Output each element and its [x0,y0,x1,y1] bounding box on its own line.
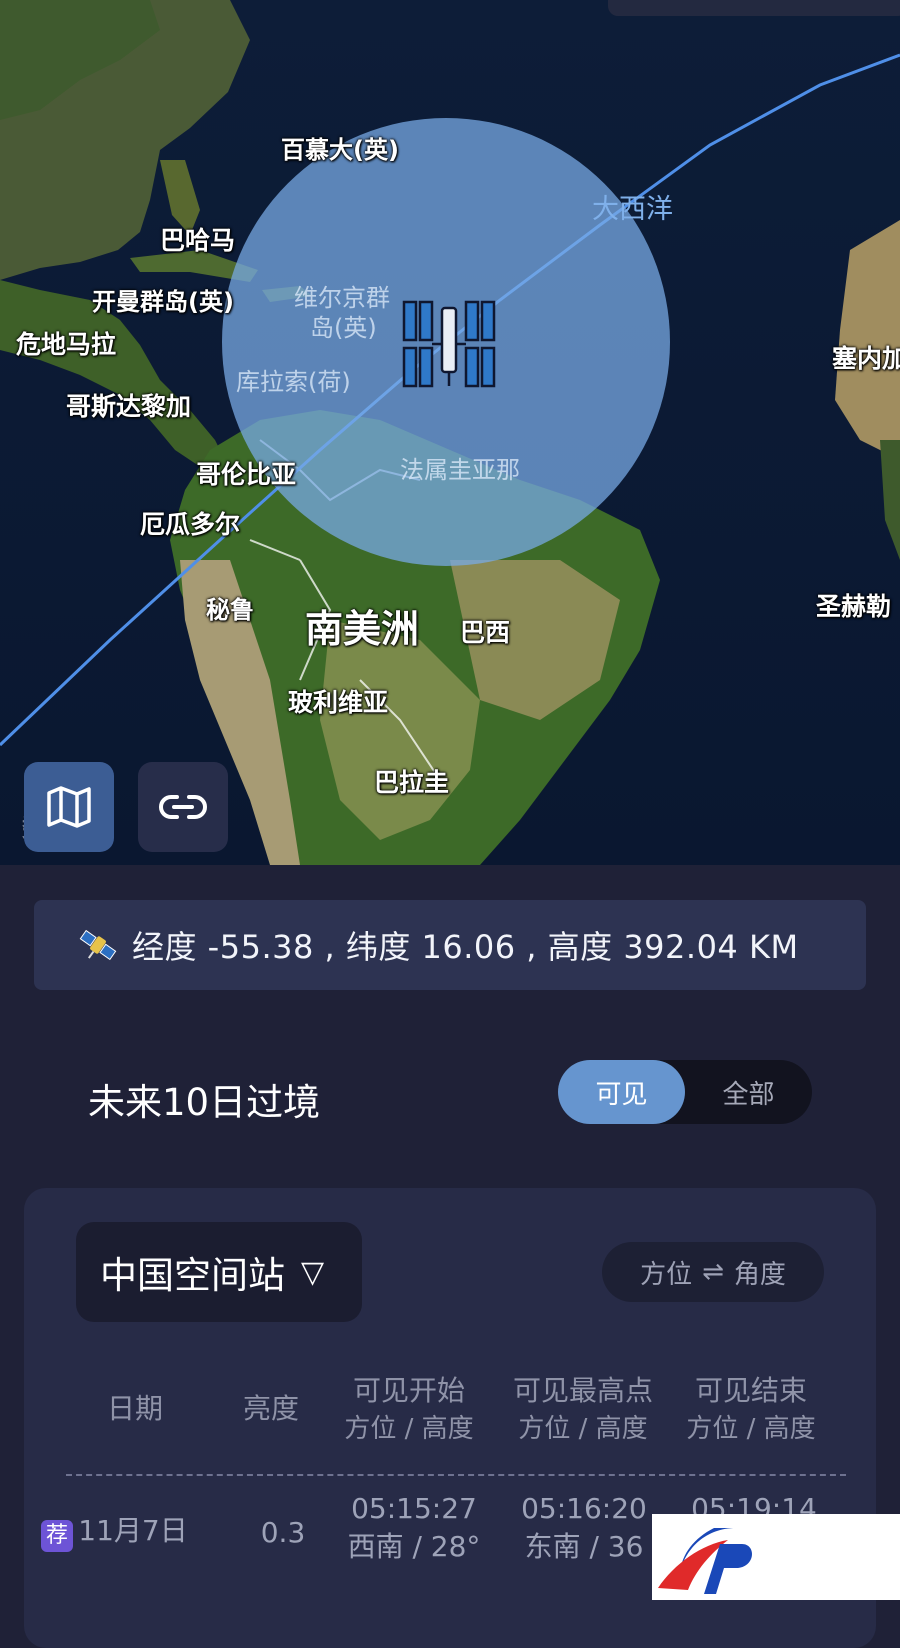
map-label-virgin-islands-2: 岛(英) [310,314,377,342]
link-icon [159,795,207,819]
satellite-map[interactable]: 百慕大(英) 大西洋 巴哈马 开曼群岛(英) 维尔京群 岛(英) 危地马拉 库拉… [0,0,900,865]
map-label-brazil: 巴西 [460,618,511,647]
column-header-date: 日期 [106,1392,163,1425]
passes-table-header: 日期 亮度 可见开始 方位 / 高度 可见最高点 方位 / 高度 可见结束 方位… [24,1372,876,1462]
satellite-position-bar: 经度 -55.38 , 纬度 16.06 , 高度 392.04 KM [34,900,866,990]
satellite-icon [79,929,117,961]
pass-peak: 05:16:20 东南 / 36 [521,1492,647,1563]
azimuth-angle-switch[interactable]: 方位 ⇌ 角度 [602,1242,824,1302]
map-label-guatemala: 危地马拉 [16,330,117,359]
swap-arrows-icon: ⇌ [702,1257,724,1287]
satellite-name: 中国空间站 [100,1254,285,1297]
map-label-saint-helena: 圣赫勒 [816,592,892,621]
brand-logo-icon [658,1528,753,1594]
map-label-curacao: 库拉索(荷) [236,368,351,396]
filter-visible-option[interactable]: 可见 [558,1060,685,1124]
map-label-colombia: 哥伦比亚 [196,460,297,489]
map-label-costa-rica: 哥斯达黎加 [66,392,192,421]
share-link-button[interactable] [138,762,228,852]
mode-azimuth-label: 方位 [640,1259,693,1290]
map-label-french-guiana: 法属圭亚那 [400,456,520,484]
position-readout: 经度 -55.38 , 纬度 16.06 , 高度 392.04 KM [132,928,799,966]
map-label-virgin-islands-1: 维尔京群 [294,284,390,312]
map-layer-button[interactable] [24,762,114,852]
pass-date: 11月7日 [78,1514,188,1547]
satellite-selector[interactable]: 中国空间站 ▽ [76,1222,362,1322]
mode-angle-label: 角度 [733,1259,786,1290]
space-station-icon [402,300,496,388]
map-label-cayman: 开曼群岛(英) [92,288,234,316]
pass-brightness: 0.3 [260,1516,306,1549]
column-header-visible-end: 可见结束 方位 / 高度 [686,1374,816,1444]
map-icon [47,786,91,828]
pass-start: 05:15:27 西南 / 28° [347,1492,481,1563]
column-header-brightness: 亮度 [242,1392,299,1425]
map-top-control[interactable] [608,0,900,16]
map-label-bahamas: 巴哈马 [160,226,236,255]
recommended-badge: 荐 [41,1520,73,1552]
map-label-senegal: 塞内加 [832,344,900,373]
dropdown-caret-icon: ▽ [301,1254,325,1290]
map-label-bolivia: 玻利维亚 [288,688,389,717]
map-label-bermuda: 百慕大(英) [281,136,399,164]
visibility-filter-toggle[interactable]: 可见 全部 [558,1060,812,1124]
column-header-visible-start: 可见开始 方位 / 高度 [344,1374,474,1444]
table-divider [66,1474,846,1476]
map-label-ecuador: 厄瓜多尔 [140,510,241,539]
brand-logo-overlay [652,1514,900,1600]
column-header-visible-peak: 可见最高点 方位 / 高度 [512,1374,653,1444]
filter-all-option[interactable]: 全部 [685,1060,812,1124]
map-label-peru: 秘鲁 [206,596,254,624]
map-label-south-america: 南美洲 [305,607,420,651]
map-label-paraguay: 巴拉圭 [374,768,450,797]
map-label-atlantic: 大西洋 [592,194,673,225]
passes-title: 未来10日过境 [88,1081,321,1124]
